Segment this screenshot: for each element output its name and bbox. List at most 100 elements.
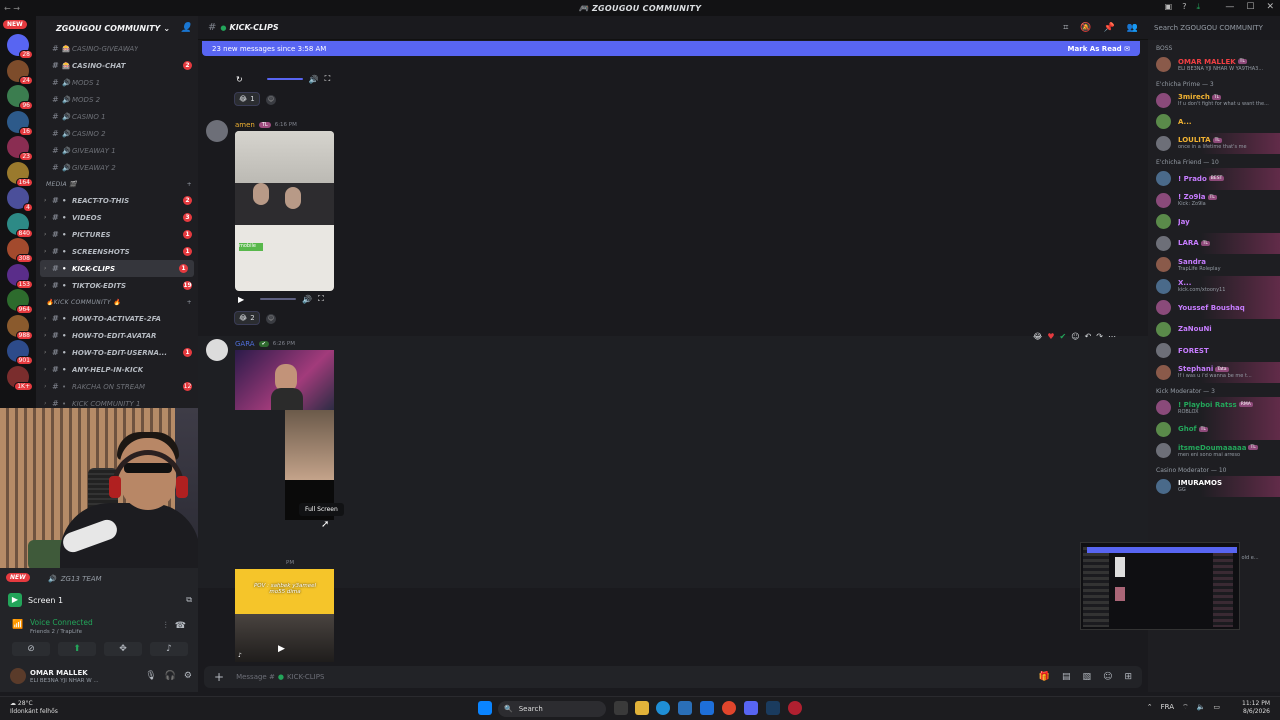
guild-header[interactable]: ZGOUGOU COMMUNITY ⌄ 👤: [36, 16, 198, 40]
server-icon[interactable]: 16: [7, 110, 33, 136]
members-icon[interactable]: 👥: [1127, 23, 1138, 33]
member-item[interactable]: ! Playboi Ratss RMA ROBLOX: [1148, 397, 1280, 419]
member-item[interactable]: LARA TL: [1148, 232, 1280, 254]
discord-taskbar-icon[interactable]: [744, 701, 758, 715]
image-attachment[interactable]: POV : sahbek y3ameel mo55 dima: [235, 569, 334, 614]
gif-icon[interactable]: ▤: [1062, 672, 1071, 682]
pin-icon[interactable]: 📌: [1104, 23, 1115, 33]
server-icon[interactable]: 308: [7, 238, 33, 263]
reaction-chip[interactable]: 😂 1: [234, 92, 260, 106]
steam-icon[interactable]: [766, 701, 780, 715]
video-attachment[interactable]: mobile: [235, 131, 334, 291]
add-user-icon[interactable]: 👤: [181, 23, 192, 33]
volume-icon[interactable]: 🔊: [309, 75, 319, 84]
channel-mods-2[interactable]: # 🔊 MODS 2: [36, 91, 198, 108]
store-icon[interactable]: [678, 701, 692, 715]
search-input[interactable]: Search ZGOUGOU COMMUNITY: [1148, 18, 1280, 38]
channel-how-to-edit-avatar[interactable]: › # • HOW-TO-EDIT-AVATAR: [36, 327, 198, 344]
reply-icon[interactable]: ↶: [1085, 332, 1092, 346]
signal-icon[interactable]: 📶: [12, 620, 23, 630]
server-icon[interactable]: 153: [7, 263, 33, 289]
member-item[interactable]: itsmeDoumaaaaa TL men eni sono mai arreso: [1148, 440, 1280, 462]
member-item[interactable]: ! Prado BEST: [1148, 168, 1280, 190]
channel-giveaway-1[interactable]: # 🔊 GIVEAWAY 1: [36, 142, 198, 159]
microphone-icon[interactable]: 🎙: [145, 671, 156, 681]
stream-preview[interactable]: [1080, 542, 1240, 630]
headphones-icon[interactable]: 🎧: [165, 671, 176, 681]
avatar[interactable]: [10, 668, 26, 684]
laugh-emoji-icon[interactable]: 😂: [1033, 332, 1042, 346]
screen-share-row[interactable]: ▶ Screen 1 ⧉: [8, 590, 192, 610]
message-author[interactable]: GARA: [235, 340, 255, 348]
server-icon[interactable]: 24: [7, 59, 33, 85]
gear-icon[interactable]: ⚙: [184, 671, 192, 681]
bell-icon[interactable]: 🔕: [1080, 23, 1091, 33]
image-attachment[interactable]: [285, 410, 334, 480]
member-item[interactable]: X... kick.com/xtoony11: [1148, 275, 1280, 297]
forward-icon[interactable]: ↷: [1096, 332, 1103, 346]
emoji-icon[interactable]: ☺: [1103, 672, 1112, 682]
fullscreen-icon[interactable]: ⛶: [325, 74, 331, 84]
member-item[interactable]: ZaNouNi: [1148, 319, 1280, 341]
popout-icon[interactable]: ⧉: [186, 595, 192, 605]
avatar[interactable]: [206, 339, 228, 361]
member-item[interactable]: LOULITA TL once in a lifetime that's me: [1148, 132, 1280, 154]
channel-mods-1[interactable]: # 🔊 MODS 1: [36, 74, 198, 91]
volume-slider[interactable]: [266, 78, 303, 80]
category-kick-community[interactable]: 🔥 KICK COMMUNITY 🔥 +: [36, 294, 198, 310]
mark-as-read-button[interactable]: Mark As Read ✉: [1068, 45, 1130, 53]
language-indicator[interactable]: FRA: [1161, 703, 1174, 712]
activity-button[interactable]: ✥: [104, 642, 142, 656]
username[interactable]: OMAR MALLEK: [30, 669, 88, 677]
maximize-button[interactable]: ☐: [1246, 2, 1254, 12]
obs-icon[interactable]: [788, 701, 802, 715]
taskbar-search[interactable]: 🔍 Search: [498, 701, 606, 717]
member-item[interactable]: Jay: [1148, 211, 1280, 233]
heart-icon[interactable]: ♥: [1047, 332, 1054, 346]
task-view-icon[interactable]: [614, 701, 628, 715]
sticker-icon[interactable]: ▧: [1083, 672, 1092, 682]
channel-rakcha-on-stream[interactable]: › # • RAKCHA ON STREAM 12: [36, 378, 198, 395]
new-messages-bar[interactable]: 23 new messages since 3:58 AM Mark As Re…: [202, 41, 1140, 56]
channel-kick-clips[interactable]: › # • KICK-CLIPS 1: [40, 260, 194, 277]
add-reaction-icon[interactable]: ☺: [266, 95, 276, 105]
back-arrow-icon[interactable]: ← →: [4, 4, 20, 13]
channel-how-to-activate-2fa[interactable]: › # • HOW-TO-ACTIVATE-2FA: [36, 310, 198, 327]
add-reaction-icon[interactable]: ☺: [1071, 332, 1079, 346]
server-icon[interactable]: 901: [7, 340, 33, 365]
close-button[interactable]: ✕: [1266, 2, 1274, 12]
file-explorer-icon[interactable]: [635, 701, 649, 715]
wifi-icon[interactable]: ⌔: [1182, 703, 1189, 712]
check-icon[interactable]: ✔: [1060, 332, 1067, 346]
server-icon[interactable]: 96: [7, 85, 33, 110]
chrome-icon[interactable]: [722, 701, 736, 715]
fullscreen-icon[interactable]: ⛶: [318, 294, 324, 304]
battery-icon[interactable]: ▭: [1213, 703, 1220, 712]
server-icon[interactable]: 964: [7, 289, 33, 314]
gift-icon[interactable]: 🎁: [1039, 672, 1050, 682]
server-icon[interactable]: 23: [7, 136, 33, 161]
channel-how-to-edit-userna[interactable]: › # • HOW-TO-EDIT-USERNA... 1: [36, 344, 198, 361]
message-input[interactable]: + Message # ● KICK-CLIPS 🎁 ▤ ▧ ☺ ⊞: [204, 666, 1142, 688]
edge-icon[interactable]: [656, 701, 670, 715]
windows-start-icon[interactable]: [478, 701, 492, 715]
camera-off-button[interactable]: ⊘: [12, 642, 50, 656]
volume-icon[interactable]: 🔈: [1197, 703, 1206, 712]
soundboard-button[interactable]: ♪: [150, 642, 188, 656]
member-item[interactable]: OMAR MALLEK TL ELI BE3NA YJI NHAR W YA9THA…: [1148, 54, 1280, 76]
member-item[interactable]: Ghof TL: [1148, 418, 1280, 440]
channel-any-help-in-kick[interactable]: › # • ANY-HELP-IN-KICK: [36, 361, 198, 378]
member-item[interactable]: 3mirech TL If u don't fight for what u wan…: [1148, 90, 1280, 112]
download-icon[interactable]: ⤓: [1196, 2, 1200, 12]
clock[interactable]: 11:12 PM 8/6/2026: [1242, 700, 1270, 716]
play-icon[interactable]: ▶: [278, 644, 285, 654]
reaction-chip[interactable]: 😂 2: [234, 311, 260, 325]
minimize-button[interactable]: —: [1225, 2, 1234, 12]
help-icon[interactable]: ?: [1182, 2, 1186, 12]
channel-giveaway-2[interactable]: # 🔊 GIVEAWAY 2: [36, 159, 198, 176]
channel-zg13-team[interactable]: NEW 🔊 ZG13 TEAM: [0, 570, 198, 588]
apps-icon[interactable]: ⊞: [1124, 672, 1132, 682]
channel-tiktok-edits[interactable]: › # • TIKTOK-EDITS 19: [36, 277, 198, 294]
plus-icon[interactable]: +: [187, 299, 192, 306]
noise-suppression-icon[interactable]: ⫶: [165, 621, 167, 631]
